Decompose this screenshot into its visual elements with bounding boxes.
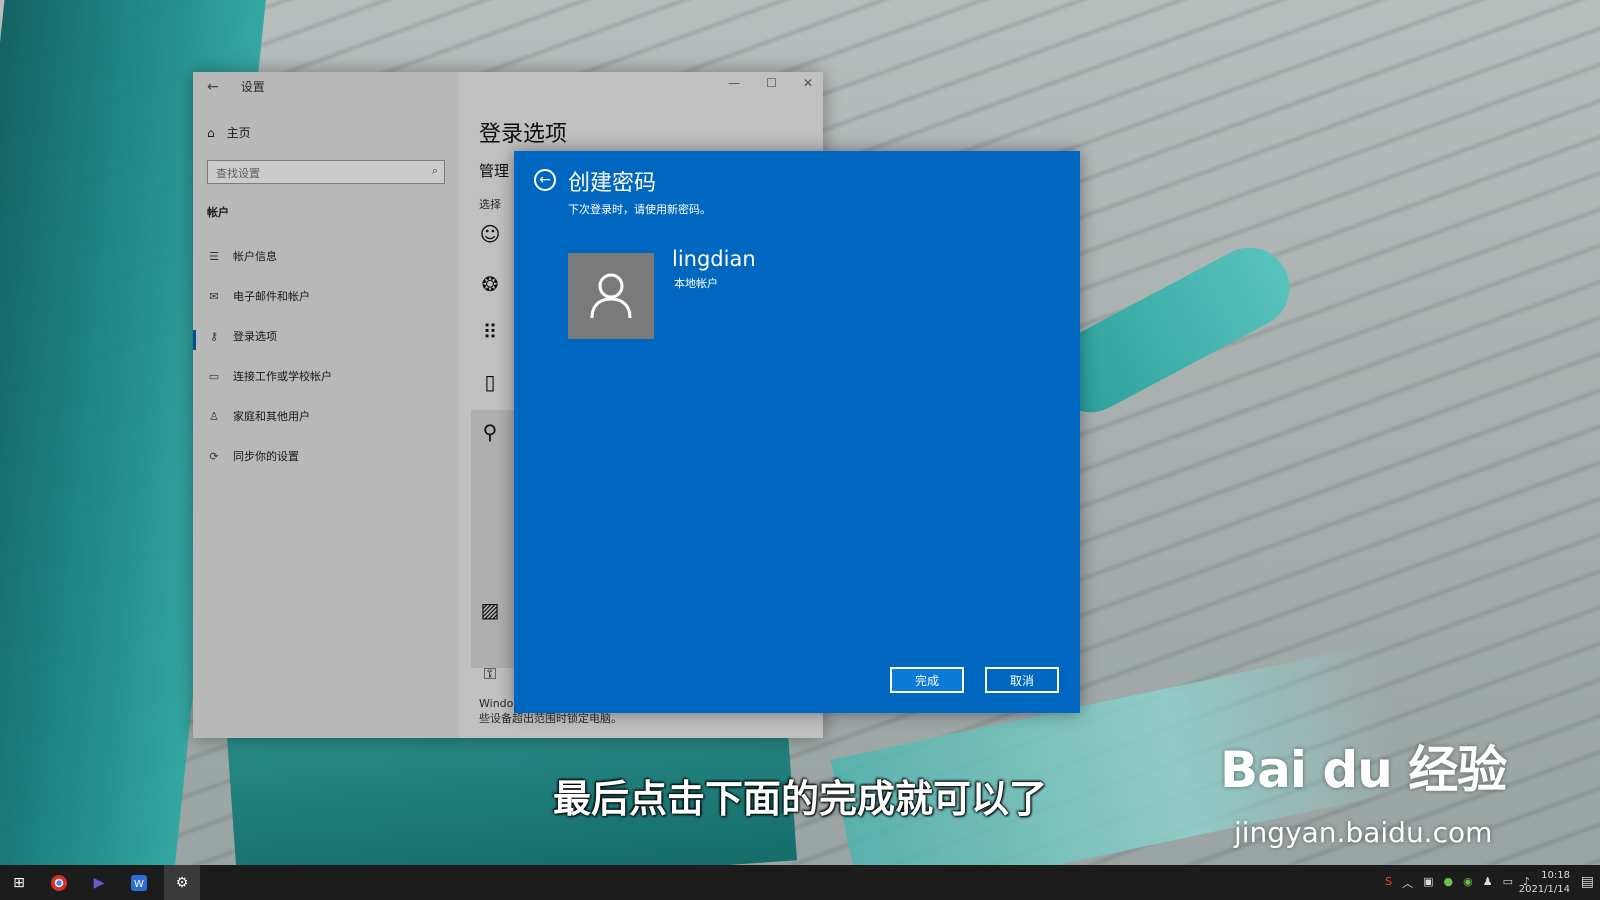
password-key-icon[interactable]: ⚲ bbox=[477, 420, 503, 444]
settings-sidebar: ← 设置 ⌂ 主页 查找设置 ⌕ 帐户 ☰ 帐户信息 ✉ 电子邮件和帐户 ⚷ 登… bbox=[193, 72, 459, 738]
account-type: 本地帐户 bbox=[674, 277, 718, 290]
clock-time: 10:18 bbox=[1541, 870, 1570, 881]
tray-app-icon[interactable]: ▣ bbox=[1423, 875, 1433, 891]
person-icon: ♙ bbox=[209, 409, 219, 423]
watermark-url: jingyan.baidu.com bbox=[1234, 816, 1493, 849]
sidebar-item-email[interactable]: ✉ 电子邮件和帐户 bbox=[207, 288, 310, 304]
window-controls: — ☐ ✕ bbox=[728, 76, 813, 90]
sogou-icon[interactable]: S bbox=[1385, 875, 1392, 891]
search-input[interactable]: 查找设置 ⌕ bbox=[207, 160, 445, 184]
minimize-icon[interactable]: — bbox=[728, 76, 740, 90]
home-label: 主页 bbox=[226, 126, 251, 140]
taskbar: ⊞ ▶ W ⚙ S ︿ ▣ ● ◉ ♟ ▭ ♪ 10:18 2021/1/14 … bbox=[0, 865, 1600, 900]
briefcase-icon: ▭ bbox=[208, 369, 220, 383]
notification-icon[interactable]: ▤ bbox=[1581, 874, 1594, 890]
settings-gear-icon[interactable]: ⚙ bbox=[171, 872, 193, 894]
sidebar-item-account-info[interactable]: ☰ 帐户信息 bbox=[207, 248, 277, 264]
media-player-icon[interactable]: ▶ bbox=[88, 872, 110, 894]
back-circle-icon[interactable]: ← bbox=[534, 169, 556, 191]
home-icon: ⌂ bbox=[207, 125, 215, 140]
fingerprint-icon[interactable]: ❂ bbox=[477, 272, 503, 296]
done-button[interactable]: 完成 bbox=[890, 667, 964, 693]
baidu-watermark: Bai du 经验 jingyan.baidu.com bbox=[1220, 730, 1520, 860]
cancel-button[interactable]: 取消 bbox=[985, 667, 1059, 693]
tray-app-icon[interactable]: ● bbox=[1443, 875, 1453, 891]
pin-keypad-icon[interactable]: ⠿ bbox=[477, 320, 503, 344]
windows-start-icon[interactable]: ⊞ bbox=[8, 872, 30, 894]
sidebar-item-family[interactable]: ♙ 家庭和其他用户 bbox=[207, 408, 310, 424]
network-icon[interactable]: ▭ bbox=[1503, 875, 1513, 891]
back-arrow-icon[interactable]: ← bbox=[207, 79, 219, 95]
nav-group-label: 帐户 bbox=[207, 206, 229, 219]
sidebar-item-work-school[interactable]: ▭ 连接工作或学校帐户 bbox=[207, 368, 332, 384]
sidebar-item-sign-in-options[interactable]: ⚷ 登录选项 bbox=[207, 328, 277, 344]
manage-label: 管理 bbox=[479, 162, 510, 180]
avatar bbox=[568, 253, 654, 339]
dialog-title: 创建密码 bbox=[568, 171, 657, 196]
sync-icon: ⟳ bbox=[209, 449, 219, 463]
chevron-up-icon[interactable]: ︿ bbox=[1402, 875, 1413, 891]
dialog-subtitle: 下次登录时，请使用新密码。 bbox=[568, 203, 711, 216]
mail-icon: ✉ bbox=[209, 289, 219, 303]
settings-titlebar: ← 设置 bbox=[207, 78, 265, 95]
page-title: 登录选项 bbox=[479, 122, 568, 147]
chrome-icon[interactable] bbox=[48, 872, 70, 894]
watermark-brand: Bai du 经验 bbox=[1220, 741, 1507, 799]
sidebar-item-label: 登录选项 bbox=[233, 330, 277, 343]
sidebar-item-label: 家庭和其他用户 bbox=[233, 410, 310, 423]
wechat-icon[interactable]: ◉ bbox=[1463, 875, 1473, 891]
maximize-icon[interactable]: ☐ bbox=[766, 76, 777, 90]
choose-label: 选择 bbox=[479, 198, 501, 211]
active-nav-indicator bbox=[193, 330, 196, 350]
security-key-icon[interactable]: ▯ bbox=[477, 370, 503, 394]
key-icon: ⚷ bbox=[209, 329, 219, 343]
sidebar-item-label: 连接工作或学校帐户 bbox=[233, 370, 332, 383]
wps-icon[interactable]: W bbox=[128, 872, 150, 894]
sidebar-item-label: 电子邮件和帐户 bbox=[233, 290, 310, 303]
clock-date: 2021/1/14 bbox=[1518, 884, 1570, 895]
clock[interactable]: 10:18 2021/1/14 bbox=[1519, 869, 1570, 897]
qq-icon[interactable]: ♟ bbox=[1483, 875, 1493, 891]
dynamic-lock-icon[interactable]: ⚿ bbox=[477, 664, 503, 684]
selected-option-highlight bbox=[471, 410, 515, 668]
sidebar-item-sync[interactable]: ⟳ 同步你的设置 bbox=[207, 448, 299, 464]
person-list-icon: ☰ bbox=[209, 249, 219, 263]
search-icon[interactable]: ⌕ bbox=[432, 164, 438, 178]
picture-password-icon[interactable]: ▨ bbox=[477, 598, 503, 622]
create-password-dialog: ← 创建密码 下次登录时，请使用新密码。 lingdian 本地帐户 完成 取消 bbox=[514, 151, 1080, 713]
svg-text:W: W bbox=[134, 879, 144, 890]
sidebar-item-label: 帐户信息 bbox=[233, 250, 277, 263]
user-icon bbox=[590, 273, 632, 319]
settings-title: 设置 bbox=[240, 80, 265, 94]
username: lingdian bbox=[672, 247, 756, 271]
system-tray: S ︿ ▣ ● ◉ ♟ ▭ ♪ bbox=[1385, 875, 1530, 891]
sidebar-item-label: 同步你的设置 bbox=[233, 450, 299, 463]
home-link[interactable]: ⌂ 主页 bbox=[207, 124, 251, 141]
face-icon[interactable]: ☺ bbox=[477, 222, 503, 246]
search-placeholder: 查找设置 bbox=[216, 167, 260, 180]
close-icon[interactable]: ✕ bbox=[803, 76, 813, 90]
